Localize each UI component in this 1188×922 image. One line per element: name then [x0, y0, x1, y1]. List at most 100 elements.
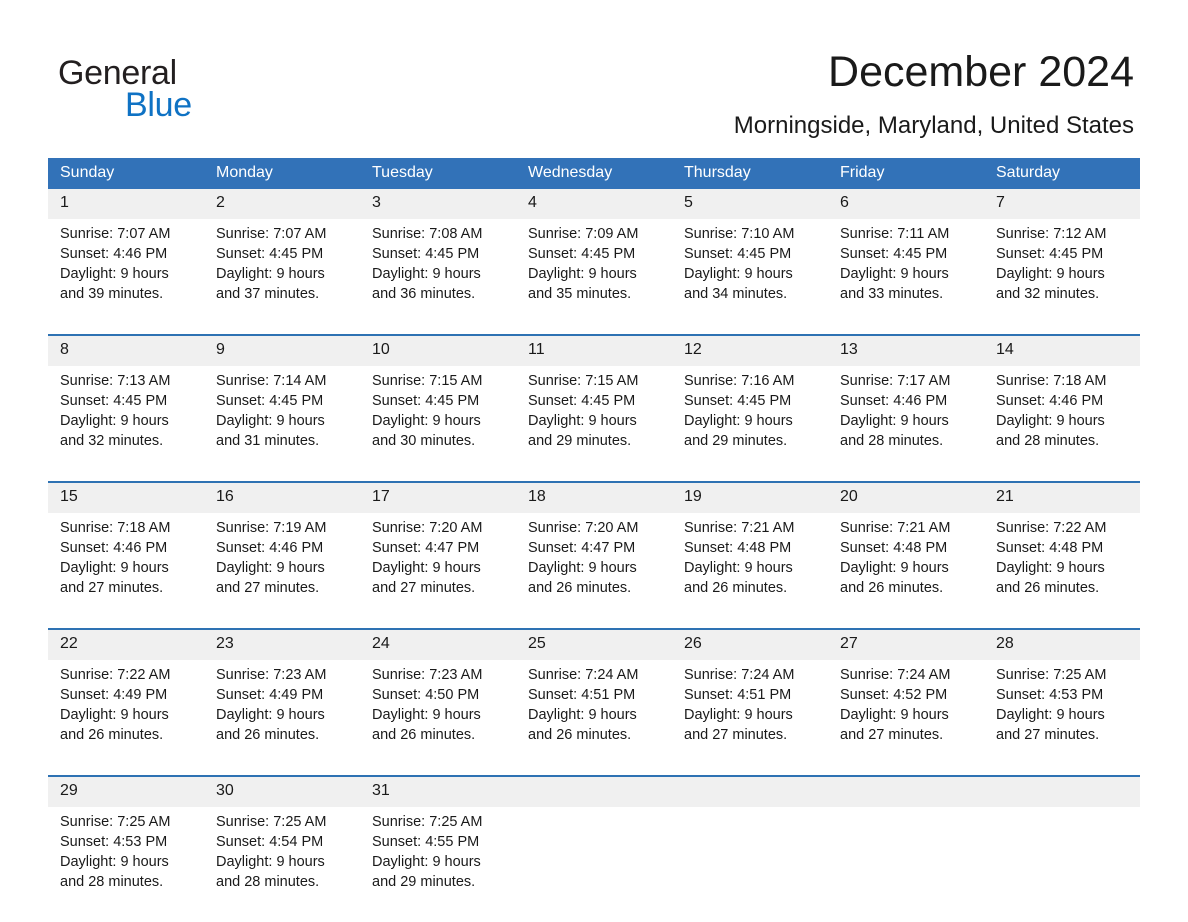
daylight-text-line1: Daylight: 9 hours [528, 266, 637, 282]
sunset-text: Sunset: 4:45 PM [684, 246, 792, 262]
day-number[interactable]: 27 [828, 628, 984, 660]
daylight-text-line2: and 29 minutes. [684, 433, 788, 449]
day-number[interactable]: 1 [48, 189, 204, 219]
day-cell[interactable]: Sunrise: 7:14 AM Sunset: 4:45 PM Dayligh… [204, 366, 360, 482]
day-number[interactable]: 24 [360, 628, 516, 660]
day-cell[interactable]: Sunrise: 7:21 AM Sunset: 4:48 PM Dayligh… [672, 513, 828, 629]
sunrise-text: Sunrise: 7:18 AM [996, 373, 1107, 389]
day-cell[interactable]: Sunrise: 7:17 AM Sunset: 4:46 PM Dayligh… [828, 366, 984, 482]
day-number[interactable]: 15 [48, 481, 204, 513]
day-cell[interactable]: Sunrise: 7:22 AM Sunset: 4:48 PM Dayligh… [984, 513, 1140, 629]
day-number[interactable]: 5 [672, 189, 828, 219]
day-number[interactable]: 3 [360, 189, 516, 219]
sunrise-text: Sunrise: 7:23 AM [216, 667, 327, 683]
daylight-text-line1: Daylight: 9 hours [216, 707, 325, 723]
daylight-text-line2: and 33 minutes. [840, 286, 944, 302]
sunset-text: Sunset: 4:45 PM [216, 246, 324, 262]
sunset-text: Sunset: 4:46 PM [996, 393, 1104, 409]
sunset-text: Sunset: 4:46 PM [60, 246, 168, 262]
daylight-text-line1: Daylight: 9 hours [840, 707, 949, 723]
day-number[interactable]: 17 [360, 481, 516, 513]
daylight-text-line1: Daylight: 9 hours [60, 854, 169, 870]
day-number[interactable]: 7 [984, 189, 1140, 219]
day-number[interactable]: 20 [828, 481, 984, 513]
day-number[interactable]: 19 [672, 481, 828, 513]
day-number[interactable]: 31 [360, 775, 516, 807]
day-cell[interactable]: Sunrise: 7:23 AM Sunset: 4:50 PM Dayligh… [360, 660, 516, 776]
week-daynumbers-row: 22 23 24 25 26 27 28 [48, 628, 1140, 660]
daylight-text-line2: and 26 minutes. [528, 727, 632, 743]
day-cell[interactable]: Sunrise: 7:21 AM Sunset: 4:48 PM Dayligh… [828, 513, 984, 629]
day-cell[interactable]: Sunrise: 7:20 AM Sunset: 4:47 PM Dayligh… [360, 513, 516, 629]
sunrise-text: Sunrise: 7:15 AM [528, 373, 639, 389]
day-cell[interactable]: Sunrise: 7:15 AM Sunset: 4:45 PM Dayligh… [360, 366, 516, 482]
day-cell[interactable]: Sunrise: 7:19 AM Sunset: 4:46 PM Dayligh… [204, 513, 360, 629]
daylight-text-line1: Daylight: 9 hours [60, 266, 169, 282]
day-number[interactable]: 16 [204, 481, 360, 513]
sunset-text: Sunset: 4:46 PM [216, 540, 324, 556]
day-cell[interactable]: Sunrise: 7:24 AM Sunset: 4:51 PM Dayligh… [672, 660, 828, 776]
day-number[interactable]: 9 [204, 334, 360, 366]
day-number[interactable]: 13 [828, 334, 984, 366]
day-number[interactable]: 21 [984, 481, 1140, 513]
day-number[interactable]: 22 [48, 628, 204, 660]
day-number[interactable]: 2 [204, 189, 360, 219]
day-cell[interactable]: Sunrise: 7:15 AM Sunset: 4:45 PM Dayligh… [516, 366, 672, 482]
day-cell[interactable]: Sunrise: 7:09 AM Sunset: 4:45 PM Dayligh… [516, 219, 672, 335]
day-cell[interactable]: Sunrise: 7:18 AM Sunset: 4:46 PM Dayligh… [48, 513, 204, 629]
daylight-text-line2: and 32 minutes. [996, 286, 1100, 302]
week-details-row: Sunrise: 7:07 AM Sunset: 4:46 PM Dayligh… [48, 219, 1140, 335]
day-number[interactable]: 18 [516, 481, 672, 513]
daylight-text-line1: Daylight: 9 hours [60, 707, 169, 723]
day-number[interactable]: 10 [360, 334, 516, 366]
day-number[interactable]: 4 [516, 189, 672, 219]
day-cell[interactable]: Sunrise: 7:10 AM Sunset: 4:45 PM Dayligh… [672, 219, 828, 335]
day-number[interactable]: 11 [516, 334, 672, 366]
day-cell[interactable]: Sunrise: 7:11 AM Sunset: 4:45 PM Dayligh… [828, 219, 984, 335]
sunrise-text: Sunrise: 7:07 AM [216, 226, 327, 242]
sunset-text: Sunset: 4:48 PM [840, 540, 948, 556]
day-cell[interactable]: Sunrise: 7:25 AM Sunset: 4:53 PM Dayligh… [48, 807, 204, 922]
sunrise-text: Sunrise: 7:22 AM [60, 667, 171, 683]
day-number[interactable]: 12 [672, 334, 828, 366]
day-cell[interactable]: Sunrise: 7:07 AM Sunset: 4:45 PM Dayligh… [204, 219, 360, 335]
day-cell[interactable]: Sunrise: 7:20 AM Sunset: 4:47 PM Dayligh… [516, 513, 672, 629]
day-cell[interactable]: Sunrise: 7:24 AM Sunset: 4:52 PM Dayligh… [828, 660, 984, 776]
day-number[interactable]: 14 [984, 334, 1140, 366]
day-cell[interactable]: Sunrise: 7:22 AM Sunset: 4:49 PM Dayligh… [48, 660, 204, 776]
day-number[interactable]: 8 [48, 334, 204, 366]
sunset-text: Sunset: 4:55 PM [372, 834, 480, 850]
day-number[interactable]: 30 [204, 775, 360, 807]
day-cell[interactable]: Sunrise: 7:08 AM Sunset: 4:45 PM Dayligh… [360, 219, 516, 335]
day-cell[interactable]: Sunrise: 7:24 AM Sunset: 4:51 PM Dayligh… [516, 660, 672, 776]
day-cell[interactable]: Sunrise: 7:12 AM Sunset: 4:45 PM Dayligh… [984, 219, 1140, 335]
daylight-text-line2: and 26 minutes. [216, 727, 320, 743]
day-number[interactable]: 28 [984, 628, 1140, 660]
day-cell[interactable]: Sunrise: 7:18 AM Sunset: 4:46 PM Dayligh… [984, 366, 1140, 482]
sunset-text: Sunset: 4:47 PM [528, 540, 636, 556]
general-blue-logo[interactable]: General Blue [58, 53, 288, 124]
sunset-text: Sunset: 4:45 PM [372, 246, 480, 262]
day-number[interactable]: 26 [672, 628, 828, 660]
day-number[interactable]: 6 [828, 189, 984, 219]
calendar-page: General Blue December 2024 Morningside, … [0, 0, 1188, 922]
day-cell[interactable]: Sunrise: 7:13 AM Sunset: 4:45 PM Dayligh… [48, 366, 204, 482]
day-cell[interactable]: Sunrise: 7:25 AM Sunset: 4:54 PM Dayligh… [204, 807, 360, 922]
daylight-text-line1: Daylight: 9 hours [840, 266, 949, 282]
calendar-header-row: Sunday Monday Tuesday Wednesday Thursday… [48, 158, 1140, 189]
day-number[interactable]: 25 [516, 628, 672, 660]
daylight-text-line2: and 29 minutes. [372, 874, 476, 890]
day-cell[interactable]: Sunrise: 7:25 AM Sunset: 4:55 PM Dayligh… [360, 807, 516, 922]
day-cell[interactable]: Sunrise: 7:16 AM Sunset: 4:45 PM Dayligh… [672, 366, 828, 482]
day-cell[interactable]: Sunrise: 7:23 AM Sunset: 4:49 PM Dayligh… [204, 660, 360, 776]
day-cell[interactable]: Sunrise: 7:25 AM Sunset: 4:53 PM Dayligh… [984, 660, 1140, 776]
daylight-text-line1: Daylight: 9 hours [528, 560, 637, 576]
day-number[interactable]: 23 [204, 628, 360, 660]
day-number-empty [516, 775, 672, 807]
daylight-text-line1: Daylight: 9 hours [372, 413, 481, 429]
day-number-empty [984, 775, 1140, 807]
sunrise-text: Sunrise: 7:15 AM [372, 373, 483, 389]
day-number[interactable]: 29 [48, 775, 204, 807]
daylight-text-line2: and 26 minutes. [372, 727, 476, 743]
day-cell[interactable]: Sunrise: 7:07 AM Sunset: 4:46 PM Dayligh… [48, 219, 204, 335]
